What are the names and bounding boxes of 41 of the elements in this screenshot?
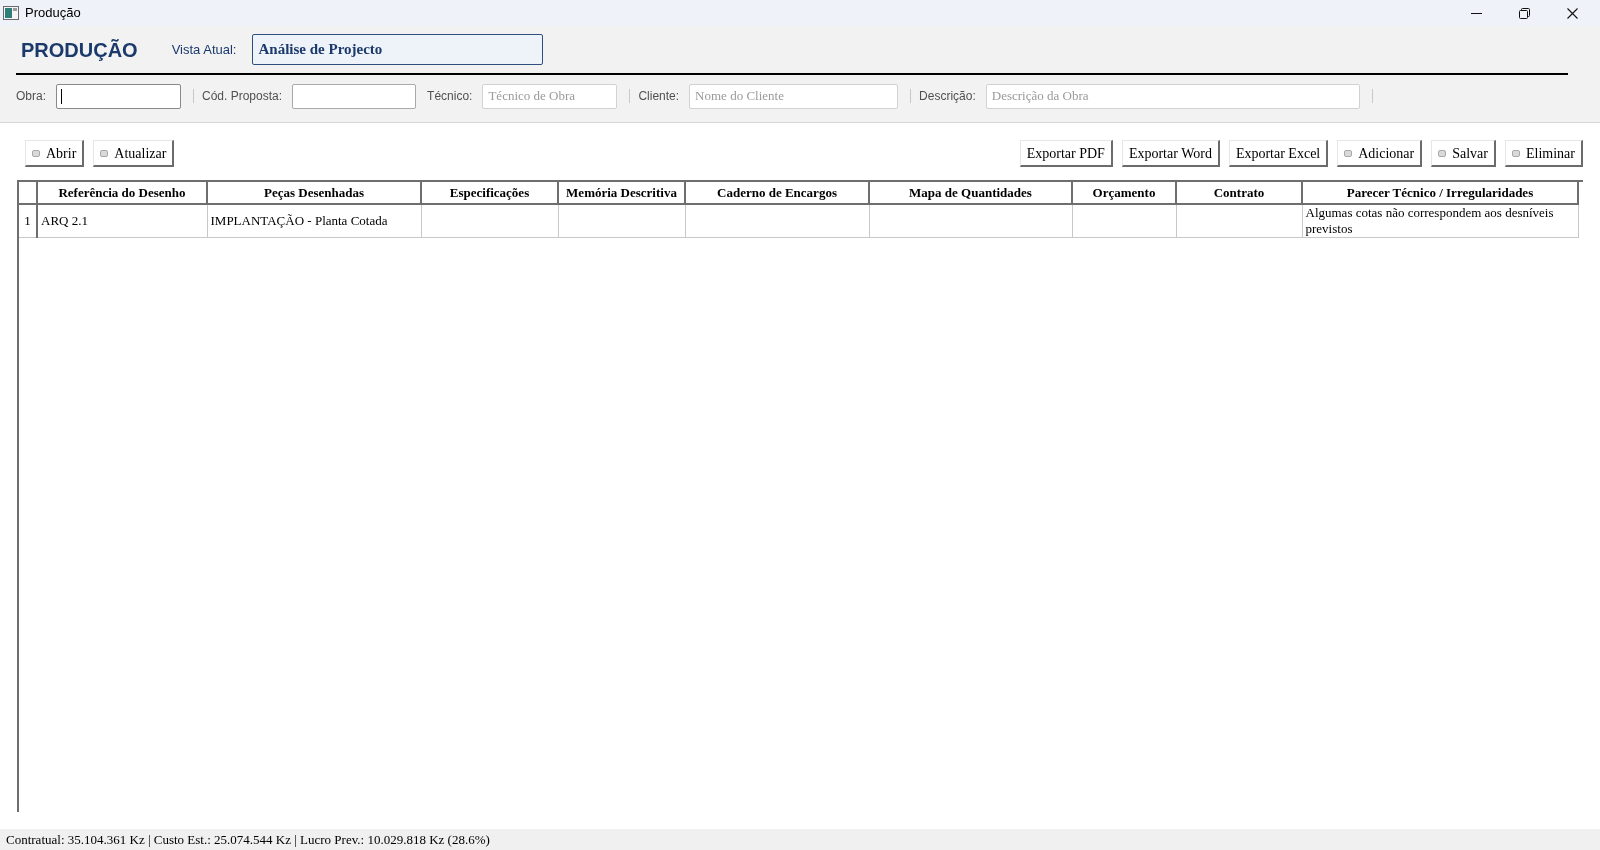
window-title: Produção bbox=[25, 4, 81, 23]
view-label: Vista Atual: bbox=[171, 40, 237, 59]
close-icon bbox=[1566, 7, 1578, 19]
toolbar-button[interactable]: Atualizar bbox=[93, 140, 175, 167]
toolbar-button[interactable]: Eliminar bbox=[1505, 140, 1583, 167]
column-header: Memória Descritiva bbox=[558, 182, 685, 204]
column-header: Caderno de Encargos bbox=[685, 182, 869, 204]
field-label: Cliente: bbox=[638, 88, 680, 105]
table-cell: Algumas cotas não correspondem aos desníveis previstos bbox=[1302, 204, 1578, 238]
field-label: Descrição: bbox=[919, 88, 976, 105]
view-field[interactable]: Análise de Projecto bbox=[252, 34, 544, 65]
input-field[interactable]: Técnico de Obra bbox=[482, 83, 618, 109]
toolbar-button[interactable]: Salvar bbox=[1431, 140, 1496, 167]
input-field[interactable]: Descrição da Obra bbox=[985, 83, 1360, 109]
input-field[interactable] bbox=[56, 83, 181, 109]
column-header: Contrato bbox=[1176, 182, 1302, 204]
minimize-icon bbox=[1470, 12, 1482, 14]
toolbar-button[interactable]: Exportar Excel bbox=[1228, 140, 1329, 167]
column-header: Orçamento bbox=[1072, 182, 1176, 204]
input-field[interactable] bbox=[292, 83, 417, 109]
text-cursor-icon bbox=[61, 88, 62, 104]
field-label: Cód. Proposta: bbox=[202, 88, 283, 105]
toolbar-button[interactable]: Abrir bbox=[25, 140, 85, 167]
toolbar-button[interactable]: Exportar PDF bbox=[1019, 140, 1113, 167]
column-header: Referência do Desenho bbox=[37, 182, 207, 204]
table-cell: ARQ 2.1 bbox=[37, 204, 207, 238]
row-number: 1 bbox=[19, 204, 37, 238]
restore-icon bbox=[1518, 7, 1530, 19]
field-label: Obra: bbox=[16, 88, 46, 105]
table-cell: IMPLANTAÇÃO - Planta Cotada bbox=[207, 204, 421, 238]
status-text: Contratual: 35.104.361 Kz | Custo Est.: 25.074.544 Kz | Lucro Prev.: 10.029.818 Kz (28.6%) bbox=[6, 830, 490, 849]
column-header: Mapa de Quantidades bbox=[869, 182, 1072, 204]
app-window-icon bbox=[3, 6, 19, 20]
toolbar-button[interactable]: Exportar Word bbox=[1121, 140, 1220, 167]
toolbar-button[interactable]: Adicionar bbox=[1337, 140, 1423, 167]
column-header: Peças Desenhadas bbox=[207, 182, 421, 204]
column-header: Especificações bbox=[421, 182, 558, 204]
column-header: Parecer Técnico / Irregularidades bbox=[1302, 182, 1578, 204]
page-title: PRODUÇÃO bbox=[21, 37, 138, 63]
field-label: Técnico: bbox=[427, 88, 473, 105]
input-field[interactable]: Nome do Cliente bbox=[689, 83, 899, 109]
